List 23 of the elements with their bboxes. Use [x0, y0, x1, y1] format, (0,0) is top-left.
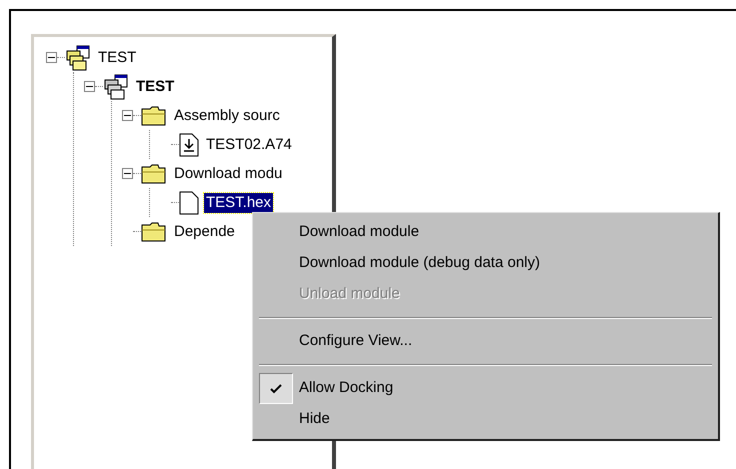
download-document-icon: [179, 132, 199, 156]
folder-icon: [141, 162, 167, 184]
collapse-toggle[interactable]: [46, 52, 57, 63]
document-icon: [179, 190, 199, 214]
collapse-toggle[interactable]: [122, 110, 133, 121]
stacked-documents-icon: [103, 74, 129, 100]
folder-icon: [141, 220, 167, 242]
collapse-toggle[interactable]: [122, 168, 133, 179]
menu-item[interactable]: Download module (debug data only): [299, 252, 540, 275]
menu-item[interactable]: Download module: [299, 221, 420, 244]
collapse-toggle[interactable]: [84, 81, 95, 92]
menu-item[interactable]: Allow Docking: [299, 377, 394, 400]
stacked-folders-icon: [65, 44, 91, 70]
folder-icon: [141, 104, 167, 126]
tree-item[interactable]: TEST: [96, 48, 138, 68]
menu-item[interactable]: Configure View...: [299, 330, 412, 353]
tree-item[interactable]: Download modu: [172, 164, 284, 184]
tree-item[interactable]: Assembly sourc: [172, 106, 282, 126]
tree-item[interactable]: Depende: [172, 222, 237, 242]
tree-item[interactable]: TEST: [134, 76, 176, 96]
tree-item[interactable]: TEST.hex: [204, 192, 274, 212]
tree-item[interactable]: TEST02.A74: [204, 134, 294, 154]
menu-item[interactable]: Hide: [299, 408, 330, 431]
